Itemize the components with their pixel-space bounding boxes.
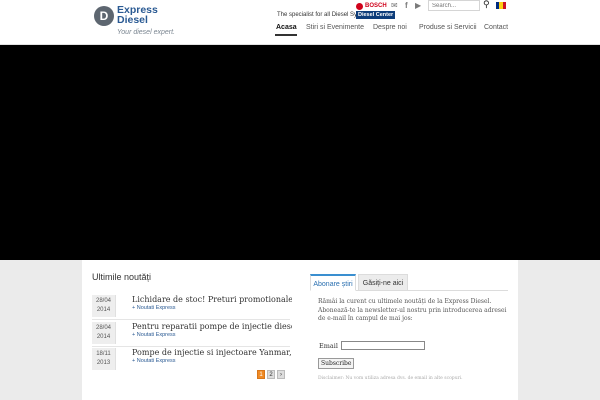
- brand-name-line2: Diesel: [117, 14, 148, 26]
- nav-item-acasa[interactable]: Acasa: [276, 24, 297, 31]
- news-category-link[interactable]: + Noutati Express: [132, 358, 176, 364]
- express-diesel-logo-icon[interactable]: D: [94, 6, 114, 26]
- pagination-page-1[interactable]: 1: [257, 370, 265, 379]
- news-date-day: 28/04: [95, 325, 111, 331]
- nav-active-underline: [275, 34, 297, 36]
- news-title: Ultimile noutăți: [92, 272, 152, 282]
- brand-name[interactable]: Express Diesel: [117, 5, 177, 26]
- bosch-logo: BOSCH: [356, 2, 387, 10]
- bosch-label: BOSCH: [365, 3, 387, 9]
- pagination-next-button[interactable]: ›: [277, 370, 285, 379]
- mail-icon[interactable]: ✉: [391, 1, 398, 11]
- bosch-icon: [356, 2, 363, 10]
- news-category-link[interactable]: + Noutati Express: [132, 305, 176, 311]
- news-date-year: 2014: [96, 334, 111, 340]
- news-date-day: 28/04: [95, 298, 111, 304]
- tab-gasiti-ne-aici[interactable]: Găsiți-ne aici: [358, 274, 408, 291]
- news-headline-link[interactable]: Lichidare de stoc! Preturi promotionale …: [132, 295, 292, 305]
- nav-item-contact[interactable]: Contact: [484, 24, 508, 31]
- news-divider: [92, 346, 290, 347]
- pagination-page-2[interactable]: 2: [267, 370, 275, 379]
- news-date: 18/11 2013: [92, 348, 116, 370]
- tab-abonare-stiri[interactable]: Abonare știri: [310, 274, 356, 291]
- news-item[interactable]: 18/11 2013 Pompe de injectie si injectoa…: [92, 348, 292, 370]
- news-category-link[interactable]: + Noutati Express: [132, 332, 176, 338]
- news-date-year: 2014: [96, 307, 111, 313]
- email-label: Email: [319, 342, 338, 350]
- news-date: 28/04 2014: [92, 322, 116, 344]
- youtube-icon[interactable]: ▶: [415, 1, 421, 11]
- nav-item-stiri[interactable]: Stiri si Evenimente: [306, 24, 364, 31]
- email-field[interactable]: [341, 341, 425, 350]
- brand-tagline: Your diesel expert.: [117, 29, 175, 36]
- disclaimer-text: Disclaimer: Nu vom utiliza adresa dvs. d…: [318, 376, 463, 381]
- news-item[interactable]: 28/04 2014 Pentru reparatii pompe de inj…: [92, 322, 292, 344]
- nav-item-despre[interactable]: Despre noi: [373, 24, 407, 31]
- news-item[interactable]: 28/04 2014 Lichidare de stoc! Preturi pr…: [92, 295, 292, 317]
- nav-item-produse[interactable]: Produse si Servicii: [419, 24, 477, 31]
- search-input[interactable]: [428, 0, 480, 11]
- news-date-day: 18/11: [96, 351, 111, 357]
- flag-stripe: [502, 2, 506, 9]
- diesel-center-badge: Diesel Center: [356, 11, 396, 19]
- hero-banner: [0, 45, 600, 260]
- news-headline-link[interactable]: Pompe de injectie si injectoare Yanmar, …: [132, 348, 292, 358]
- news-date-year: 2013: [96, 360, 111, 366]
- romania-flag-icon[interactable]: [496, 2, 506, 9]
- news-divider: [92, 319, 290, 320]
- news-headline-link[interactable]: Pentru reparatii pompe de injectie diese…: [132, 322, 292, 332]
- news-date: 28/04 2014: [92, 295, 116, 317]
- facebook-icon[interactable]: f: [405, 1, 408, 11]
- site-header: [0, 0, 600, 45]
- subscribe-button[interactable]: Subscribe: [318, 358, 355, 369]
- search-icon[interactable]: ⚲: [483, 0, 490, 11]
- newsletter-description: Rămâi la curent cu ultimele noutăți de l…: [318, 298, 507, 322]
